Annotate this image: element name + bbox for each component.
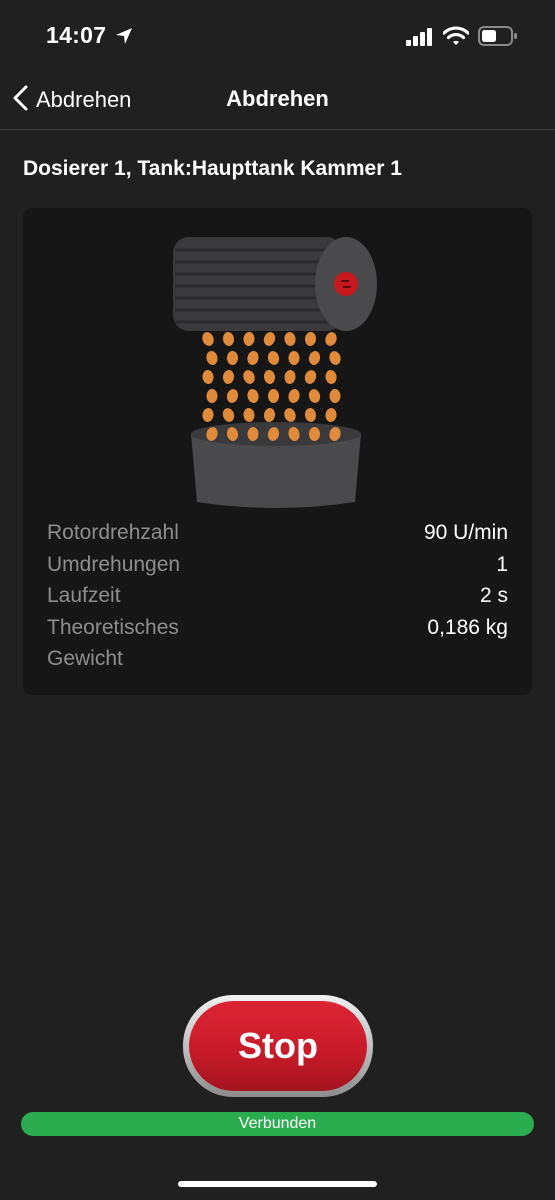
stat-value: 0,186 kg (427, 615, 508, 639)
stat-label: Rotordrehzahl (47, 521, 179, 544)
seed (247, 351, 259, 365)
seed (222, 370, 235, 384)
stop-button[interactable]: Stop (183, 995, 373, 1097)
seed (288, 351, 300, 365)
seed (243, 370, 255, 384)
status-time: 14:07 (46, 22, 107, 48)
seed (222, 408, 235, 422)
seed (284, 332, 296, 346)
seed (325, 408, 337, 422)
seed (247, 389, 259, 403)
stats-list: Rotordrehzahl 90 U/min Umdrehungen 1 Lau… (47, 517, 508, 675)
stat-value: 1 (496, 552, 508, 576)
seed (263, 408, 276, 422)
seed (308, 389, 321, 403)
seed (268, 389, 279, 403)
seed (243, 332, 255, 346)
connection-status-bar: Verbunden (21, 1112, 534, 1136)
cellular-signal-icon (406, 28, 434, 51)
stat-value: 90 U/min (423, 521, 508, 544)
seed (284, 408, 296, 422)
seed (304, 370, 317, 384)
stat-value: 2 s (479, 584, 508, 607)
wifi-icon (442, 26, 470, 51)
seed (202, 370, 214, 384)
seed (263, 332, 276, 346)
location-arrow-icon (114, 26, 134, 51)
stat-row-theoretisches-gewicht: Theoretisches Gewicht 0,186 kg (47, 612, 508, 675)
stat-row-rotordrehzahl: Rotordrehzahl 90 U/min (47, 517, 508, 549)
seed (206, 351, 218, 365)
seed (304, 332, 317, 346)
section-title: Dosierer 1, Tank:Haupttank Kammer 1 (23, 157, 402, 180)
seed (226, 389, 239, 403)
seed (325, 332, 337, 346)
seed (202, 408, 214, 422)
stop-button-label: Stop (238, 1025, 318, 1066)
seed (222, 332, 235, 346)
connection-status-label: Verbunden (238, 1115, 317, 1132)
seed (309, 427, 320, 441)
stat-label: Theoretisches Gewicht (47, 615, 179, 671)
dosing-rotor-illustration (163, 232, 393, 517)
seed (304, 408, 317, 422)
seed (329, 351, 341, 365)
stat-row-umdrehungen: Umdrehungen 1 (47, 549, 508, 581)
home-indicator (178, 1181, 377, 1187)
battery-icon (478, 26, 518, 51)
seed (206, 389, 218, 403)
seed (263, 370, 276, 384)
navigation-bar: Abdrehen Abdrehen (0, 70, 555, 130)
seed (288, 389, 300, 403)
seed (325, 370, 337, 384)
seed (267, 351, 280, 365)
page-title: Abdrehen (226, 86, 329, 111)
stat-label: Laufzeit (47, 584, 121, 607)
stat-row-laufzeit: Laufzeit 2 s (47, 580, 508, 612)
stat-label: Umdrehungen (47, 552, 181, 576)
seed (202, 332, 214, 346)
status-bar: 14:07 (0, 0, 555, 70)
dosing-info-card: Rotordrehzahl 90 U/min Umdrehungen 1 Lau… (23, 208, 532, 695)
seed (243, 408, 255, 422)
seed (284, 370, 296, 384)
seed (227, 351, 238, 365)
seed (329, 389, 341, 403)
stop-button-face: Stop (189, 1001, 367, 1091)
seed (308, 351, 321, 365)
